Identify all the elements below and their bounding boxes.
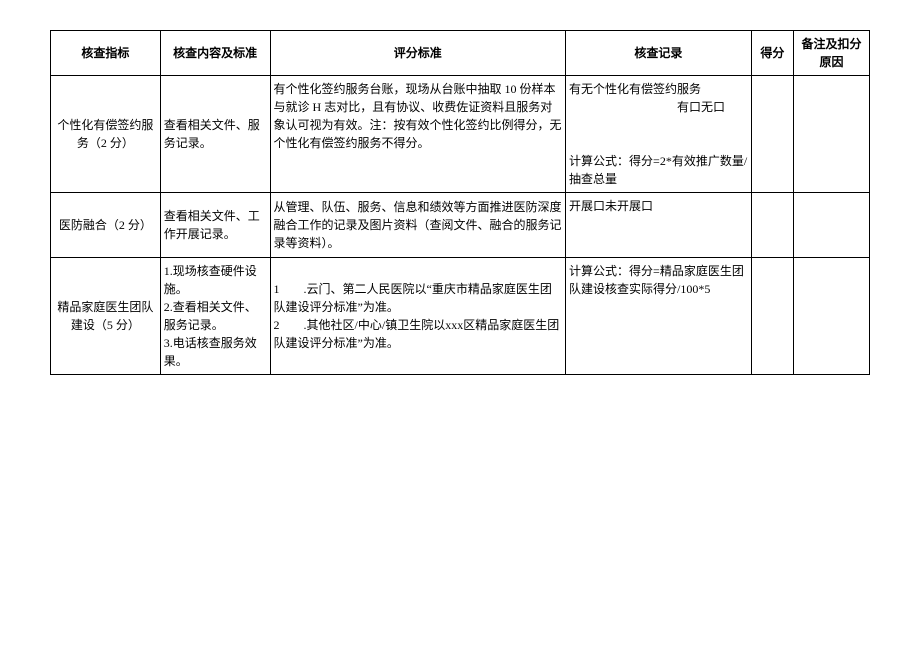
- cell-score: [751, 258, 793, 375]
- cell-criteria: 有个性化签约服务台账，现场从台账中抽取 10 份样本与就诊 H 志对比，且有协议…: [270, 76, 566, 193]
- table-row: 精品家庭医生团队建设（5 分） 1.现场核查硬件设施。2.查看相关文件、服务记录…: [51, 258, 870, 375]
- cell-content: 1.现场核查硬件设施。2.查看相关文件、服务记录。3.电话核查服务效果。: [160, 258, 270, 375]
- cell-criteria: 1 .云门、第二人民医院以“重庆市精品家庭医生团队建设评分标准”为准。2 .其他…: [270, 258, 566, 375]
- cell-criteria: 从管理、队伍、服务、信息和绩效等方面推进医防深度融合工作的记录及图片资料（查阅文…: [270, 193, 566, 258]
- header-criteria: 评分标准: [270, 31, 566, 76]
- table-row: 个性化有偿签约服务（2 分） 查看相关文件、服务记录。 有个性化签约服务台账，现…: [51, 76, 870, 193]
- cell-remark: [794, 258, 870, 375]
- cell-content: 查看相关文件、工作开展记录。: [160, 193, 270, 258]
- header-row: 核查指标 核查内容及标准 评分标准 核查记录 得分 备注及扣分原因: [51, 31, 870, 76]
- cell-record: 开展口未开展口: [566, 193, 752, 258]
- assessment-table: 核查指标 核查内容及标准 评分标准 核查记录 得分 备注及扣分原因 个性化有偿签…: [50, 30, 870, 375]
- header-score: 得分: [751, 31, 793, 76]
- cell-content: 查看相关文件、服务记录。: [160, 76, 270, 193]
- cell-score: [751, 76, 793, 193]
- cell-record: 有无个性化有偿签约服务 有口无口计算公式：得分=2*有效推广数量/抽查总量: [566, 76, 752, 193]
- table-row: 医防融合（2 分） 查看相关文件、工作开展记录。 从管理、队伍、服务、信息和绩效…: [51, 193, 870, 258]
- cell-indicator: 医防融合（2 分）: [51, 193, 161, 258]
- cell-remark: [794, 193, 870, 258]
- cell-indicator: 精品家庭医生团队建设（5 分）: [51, 258, 161, 375]
- cell-record: 计算公式：得分=精品家庭医生团队建设核查实际得分/100*5: [566, 258, 752, 375]
- header-content: 核查内容及标准: [160, 31, 270, 76]
- cell-indicator: 个性化有偿签约服务（2 分）: [51, 76, 161, 193]
- cell-remark: [794, 76, 870, 193]
- header-remark: 备注及扣分原因: [794, 31, 870, 76]
- header-indicator: 核查指标: [51, 31, 161, 76]
- cell-score: [751, 193, 793, 258]
- header-record: 核查记录: [566, 31, 752, 76]
